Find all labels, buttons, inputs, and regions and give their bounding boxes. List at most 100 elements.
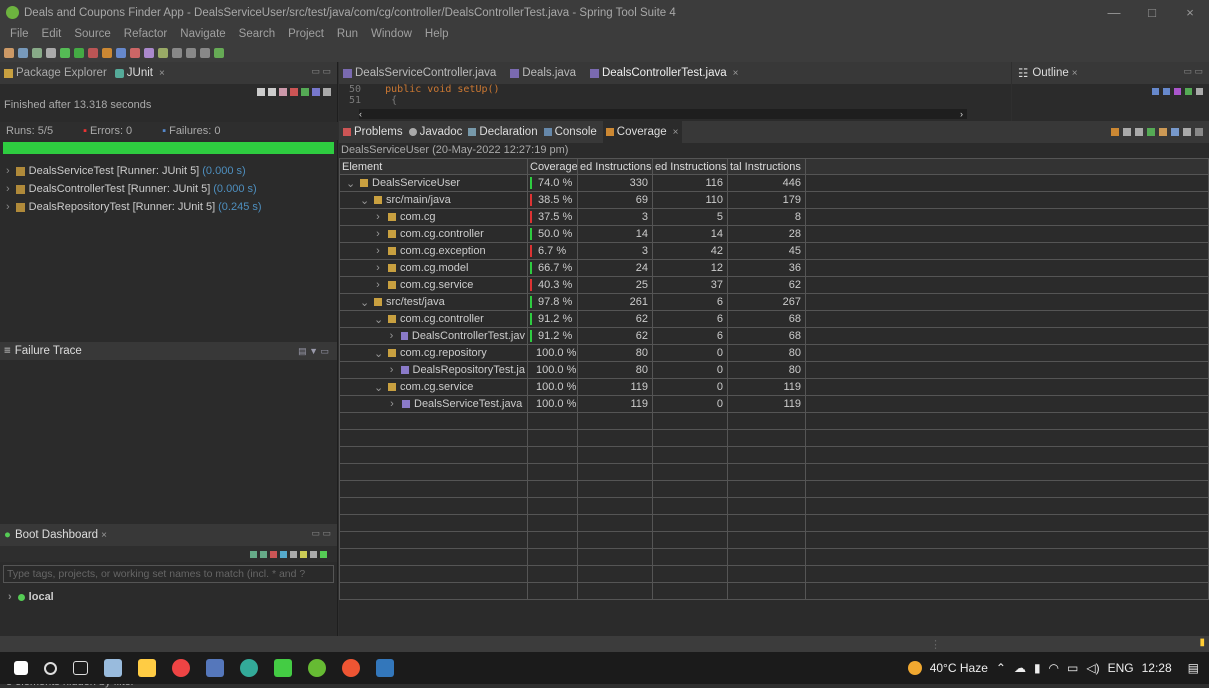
expand-icon[interactable]: › [8,591,12,603]
search-icon[interactable] [44,661,57,675]
view-menu-icon[interactable] [1195,128,1203,136]
task-view-icon[interactable] [73,661,88,675]
rerun-failed-icon[interactable] [290,88,298,96]
forward-icon[interactable] [200,47,210,58]
windows-start-icon[interactable] [14,661,28,675]
spring-icon[interactable] [214,47,224,58]
snipping-tool-icon[interactable] [104,659,122,677]
link-icon[interactable] [1183,128,1191,136]
cloud-icon[interactable]: ☁ [1014,661,1026,675]
coverage-row[interactable]: ⌄ com.cg.controller 91.2 % 62 6 68 [339,310,1209,328]
coverage-row[interactable]: ⌄ src/test/java 97.8 % 261 6 267 [339,293,1209,311]
expand-icon[interactable]: › [388,330,395,342]
menu-project[interactable]: Project [288,28,324,40]
column-header-covered[interactable]: ed Instructions [577,158,653,175]
outline-header[interactable]: ☷ Outline × ▭ ▭ [1012,62,1209,84]
minimize-button[interactable]: — [1095,0,1133,25]
hide-fields-icon[interactable] [1174,88,1181,95]
language-indicator[interactable]: ENG [1108,661,1134,675]
collapse-all-icon[interactable] [1171,128,1179,136]
relaunch-icon[interactable] [1111,128,1119,136]
scroll-right-icon[interactable]: › [960,109,963,119]
volume-icon[interactable]: ◁) [1086,661,1099,675]
minimize-maximize-icon[interactable]: ▭ ▭ [1183,66,1203,77]
filter-icon[interactable] [310,550,317,558]
expand-icon[interactable]: › [374,228,382,240]
usb-icon[interactable]: ▮ [1034,661,1041,675]
java-app-icon[interactable] [376,659,394,677]
close-icon[interactable]: × [673,127,679,138]
expand-icon[interactable]: › [388,398,396,410]
collapse-icon[interactable]: ⌄ [374,313,383,326]
next-failure-icon[interactable] [257,88,265,96]
menu-refactor[interactable]: Refactor [124,28,167,40]
properties-icon[interactable] [300,550,307,558]
menu-edit[interactable]: Edit [42,28,62,40]
file-explorer-icon[interactable] [138,659,156,677]
open-browser-icon[interactable] [280,550,287,558]
menu-window[interactable]: Window [371,28,412,40]
coverage-row[interactable]: › DealsControllerTest.jav 91.2 % 62 6 68 [339,327,1209,345]
coverage-row[interactable]: › DealsRepositoryTest.ja 100.0 % 80 0 80 [339,361,1209,379]
close-window-button[interactable]: × [1171,0,1209,25]
debug-app-icon[interactable] [260,550,267,558]
coverage-row[interactable]: › com.cg.controller 50.0 % 14 14 28 [339,225,1209,243]
menu-file[interactable]: File [10,28,29,40]
collapse-icon[interactable]: ⌄ [360,296,369,309]
tab-javadoc[interactable]: Javadoc [408,126,462,138]
tab-declaration[interactable]: Declaration [468,126,538,138]
tab-junit[interactable]: JUnit × [114,67,165,79]
maximize-button[interactable]: □ [1133,0,1171,25]
expand-icon[interactable]: › [6,201,10,213]
collapse-icon[interactable]: ⌄ [346,177,355,190]
search-tool-icon[interactable] [158,47,168,58]
chevron-up-icon[interactable]: ⌃ [996,661,1006,675]
new-class-icon[interactable] [130,47,140,58]
tab-deals[interactable]: Deals.java [510,67,576,79]
rerun-icon[interactable] [301,88,309,96]
column-header-total[interactable]: tal Instructions [727,158,806,175]
expand-icon[interactable]: › [6,165,10,177]
editor-horizontal-scrollbar[interactable]: ‹ › [359,109,967,119]
save-icon[interactable] [18,47,28,58]
coverage-icon[interactable] [102,47,112,58]
sort-icon[interactable] [1163,88,1170,95]
merge-icon[interactable] [1147,128,1155,136]
collapse-all-icon[interactable] [1152,88,1159,95]
add-icon[interactable] [320,550,327,558]
minimize-maximize-icon[interactable]: ▭ ▭ [311,528,331,539]
menu-source[interactable]: Source [74,28,110,40]
collapse-icon[interactable]: ⌄ [360,194,369,207]
tab-package-explorer[interactable]: Package Explorer [4,67,107,79]
clock[interactable]: 12:28 [1142,661,1172,675]
new-java-project-icon[interactable] [116,47,126,58]
print-icon[interactable] [32,47,42,58]
notepad-icon[interactable] [274,659,292,677]
close-icon[interactable]: × [1072,68,1078,79]
open-type-icon[interactable] [144,47,154,58]
start-icon[interactable] [250,550,257,558]
collapse-icon[interactable]: ⌄ [374,381,383,394]
coverage-row[interactable]: › com.cg.model 66.7 % 24 12 36 [339,259,1209,277]
chrome-icon[interactable] [172,659,190,677]
view-menu-icon[interactable] [1196,88,1203,95]
minimize-maximize-icon[interactable]: ▭ ▭ [311,66,331,77]
expand-icon[interactable]: › [388,364,395,376]
close-icon[interactable]: × [733,68,739,79]
stop-icon[interactable] [88,47,98,58]
console-app-icon[interactable] [290,550,297,558]
coverage-row[interactable]: ⌄ com.cg.repository 100.0 % 80 0 80 [339,344,1209,362]
remove-all-icon[interactable] [1135,128,1143,136]
tab-console[interactable]: Console [543,126,597,138]
terminal-icon[interactable] [46,47,56,58]
view-menu-icon[interactable] [323,88,331,96]
column-header-element[interactable]: Element [339,158,528,175]
code-editor[interactable]: 50 public void setUp() 51 { [339,84,1011,106]
test-row[interactable]: › DealsServiceTest [Runner: JUnit 5] (0.00… [0,162,337,180]
menu-help[interactable]: Help [425,28,449,40]
debug-icon[interactable] [60,47,70,58]
expand-icon[interactable]: › [374,245,382,257]
test-row[interactable]: › DealsControllerTest [Runner: JUnit 5] (0… [0,180,337,198]
coverage-row[interactable]: ⌄ com.cg.service 100.0 % 119 0 119 [339,378,1209,396]
remove-session-icon[interactable] [1123,128,1131,136]
